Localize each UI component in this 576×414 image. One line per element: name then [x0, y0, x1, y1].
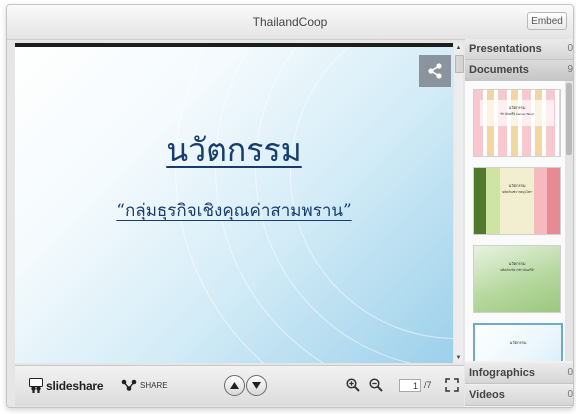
- section-count: 0: [567, 367, 573, 378]
- viewer-scrollbar[interactable]: ▲ ▼: [454, 43, 464, 363]
- page-number-input[interactable]: [399, 379, 421, 392]
- section-presentations[interactable]: Presentations 0: [465, 39, 573, 60]
- share-icon: [428, 63, 442, 79]
- document-title: นวัตกรรม: [508, 105, 526, 110]
- section-infographics[interactable]: Infographics 0: [465, 363, 573, 384]
- document-title: นวัตกรรม: [508, 261, 526, 266]
- share-button[interactable]: SHARE: [121, 379, 168, 391]
- section-count: 0: [567, 43, 573, 54]
- arrow-up-icon: [230, 382, 239, 389]
- document-thumbnail-selected[interactable]: นวัตกรรม: [473, 323, 563, 361]
- documents-list: นวัตกรรม “ข้าวอินทรีย์ Farmer Shop” นวัต…: [465, 81, 565, 361]
- share-label: SHARE: [140, 380, 168, 390]
- fullscreen-icon: [445, 378, 459, 392]
- section-label: Infographics: [469, 367, 536, 379]
- zoom-out-button[interactable]: [368, 377, 384, 393]
- documents-scrollbar[interactable]: [565, 81, 573, 361]
- slideshare-brand-label: slideshare: [46, 378, 104, 393]
- document-subtitle: “ผลิตภัณฑ์จากสมุนไพร”: [501, 190, 533, 194]
- scroll-down-icon[interactable]: ▼: [454, 353, 463, 363]
- slideshare-logo[interactable]: slideshare: [29, 378, 104, 393]
- section-count: 9: [567, 64, 573, 75]
- scroll-up-icon[interactable]: ▲: [454, 43, 463, 53]
- section-documents[interactable]: Documents 9: [465, 60, 573, 81]
- title-bar: ThailandCoop Embed: [7, 5, 573, 40]
- viewer-toolbar: slideshare SHARE 1 /7: [15, 365, 464, 406]
- scroll-thumb[interactable]: [455, 55, 464, 73]
- previous-slide-button[interactable]: [224, 375, 245, 396]
- sidebar: Presentations 0 Documents 9 นวัตกรรม “ข้…: [465, 39, 573, 407]
- slideshare-embed-window: ThailandCoop Embed นวัตกรรม “กลุ่มธุรกิจ…: [6, 4, 574, 408]
- fullscreen-button[interactable]: [445, 378, 459, 392]
- page-total: /7: [424, 380, 432, 390]
- zoom-out-icon: [369, 378, 383, 392]
- share-floating-button[interactable]: [419, 55, 451, 87]
- section-label: Documents: [469, 64, 529, 76]
- section-count: 0: [567, 389, 573, 400]
- slide-title: นวัตกรรม: [166, 131, 302, 169]
- documents-scroll-thumb[interactable]: [566, 83, 572, 155]
- section-label: Presentations: [469, 43, 542, 55]
- slide-subtitle: “กลุ่มธุรกิจเชิงคุณค่าสามพราน”: [116, 201, 352, 221]
- document-title: นวัตกรรม: [508, 183, 526, 188]
- embed-button[interactable]: Embed: [527, 12, 567, 30]
- slide-viewer: นวัตกรรม “กลุ่มธุรกิจเชิงคุณค่าสามพราน”: [15, 43, 453, 363]
- section-label: Videos: [469, 389, 505, 401]
- window-title: ThailandCoop: [252, 15, 328, 29]
- zoom-in-button[interactable]: [345, 377, 361, 393]
- document-subtitle: “ข้าวอินทรีย์ Farmer Shop”: [499, 112, 535, 116]
- document-thumbnail[interactable]: นวัตกรรม “ผลิตภัณฑ์จากข้าวอินทรีย์”: [473, 245, 561, 313]
- share-network-icon: [121, 379, 137, 391]
- next-slide-button[interactable]: [246, 375, 267, 396]
- zoom-in-icon: [346, 378, 360, 392]
- section-videos[interactable]: Videos 0: [465, 385, 573, 406]
- document-subtitle: “ผลิตภัณฑ์จากข้าวอินทรีย์”: [499, 268, 535, 272]
- document-title: นวัตกรรม: [509, 340, 527, 345]
- slide: นวัตกรรม “กลุ่มธุรกิจเชิงคุณค่าสามพราน”: [15, 47, 453, 363]
- document-thumbnail[interactable]: นวัตกรรม “ข้าวอินทรีย์ Farmer Shop”: [473, 89, 561, 157]
- arrow-down-icon: [252, 382, 261, 389]
- document-thumbnail[interactable]: นวัตกรรม “ผลิตภัณฑ์จากสมุนไพร”: [473, 167, 561, 235]
- slideshare-icon: [29, 378, 43, 393]
